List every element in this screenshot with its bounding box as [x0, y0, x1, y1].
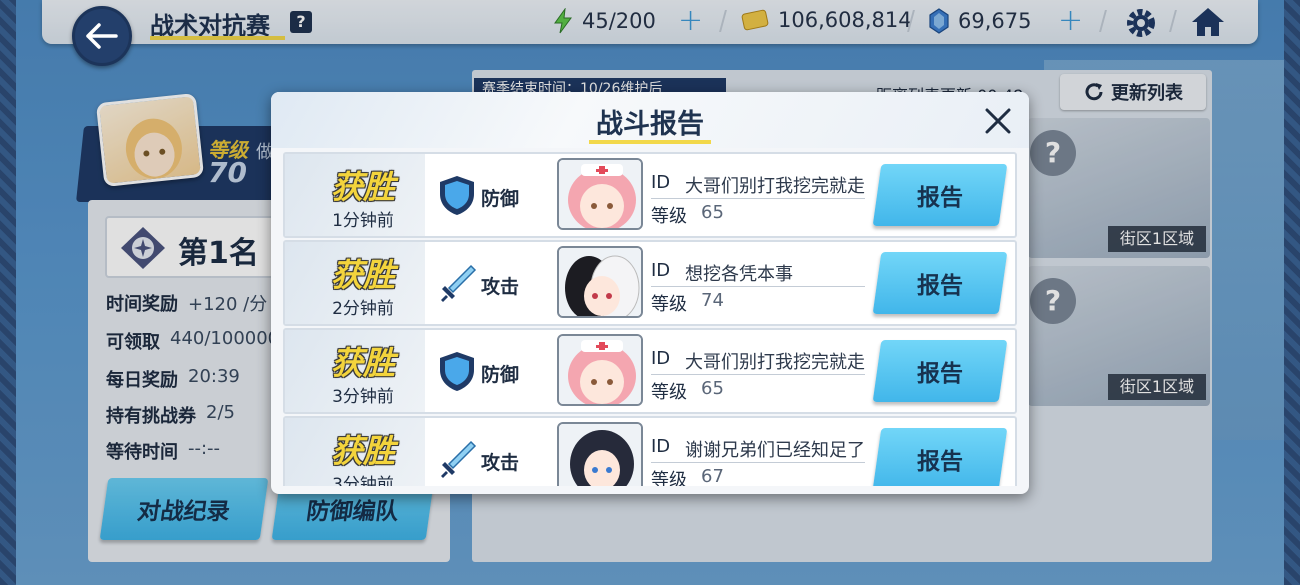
opponent-portrait [557, 158, 643, 230]
player-id: 想挖各凭本事 [685, 264, 793, 285]
result-text: 获胜 [330, 432, 395, 470]
report-button[interactable]: 报告 [872, 252, 1008, 314]
mode-text: 防御 [481, 188, 520, 210]
sword-icon [441, 264, 477, 302]
level-label: 等级 [651, 382, 687, 403]
player-level: 67 [701, 466, 724, 486]
level-label: 等级 [651, 470, 687, 486]
report-label: 报告 [917, 361, 963, 387]
player-id: 大哥们别打我挖完就走 [685, 352, 865, 373]
report-list[interactable]: 获胜 1分钟前 防御 ID 大哥们别打我挖完就走 等级 65 报告 获胜 2分钟… [283, 152, 1017, 486]
divider [651, 286, 865, 287]
shield-icon [440, 176, 474, 215]
result-text: 获胜 [330, 344, 395, 382]
time-ago: 2分钟前 [332, 299, 394, 319]
report-label: 报告 [917, 449, 963, 475]
opponent-portrait [557, 334, 643, 406]
divider [651, 374, 865, 375]
divider [651, 198, 865, 199]
dark-hair-character-icon [559, 424, 641, 486]
modal-title-underline [589, 140, 711, 144]
battle-report-modal: 战斗报告 获胜 1分钟前 防御 ID 大哥们别打我挖完就走 等级 65 报告 获… [271, 92, 1029, 494]
time-ago: 3分钟前 [332, 475, 394, 486]
black-white-hair-character-icon [559, 248, 641, 316]
shield-icon [440, 352, 474, 391]
report-button[interactable]: 报告 [872, 428, 1008, 486]
report-button[interactable]: 报告 [872, 164, 1008, 226]
player-level: 65 [701, 378, 724, 399]
report-row: 获胜 2分钟前 攻击 ID 想挖各凭本事 等级 74 报告 [283, 240, 1017, 326]
time-ago: 1分钟前 [332, 211, 394, 231]
report-label: 报告 [917, 273, 963, 299]
player-id: 大哥们别打我挖完就走 [685, 176, 865, 197]
id-label: ID [651, 172, 671, 193]
report-row: 获胜 3分钟前 攻击 ID 谢谢兄弟们已经知足了 等级 67 报告 [283, 416, 1017, 486]
report-row: 获胜 3分钟前 防御 ID 大哥们别打我挖完就走 等级 65 报告 [283, 328, 1017, 414]
level-label: 等级 [651, 206, 687, 227]
id-label: ID [651, 260, 671, 281]
pink-hair-character-icon [559, 336, 641, 404]
report-button[interactable]: 报告 [872, 340, 1008, 402]
opponent-portrait [557, 246, 643, 318]
close-icon [985, 108, 1011, 134]
player-level: 65 [701, 202, 724, 223]
mode-text: 防御 [481, 364, 520, 386]
report-row: 获胜 1分钟前 防御 ID 大哥们别打我挖完就走 等级 65 报告 [283, 152, 1017, 238]
pink-hair-character-icon [559, 160, 641, 228]
player-id: 谢谢兄弟们已经知足了 [685, 440, 865, 461]
close-button[interactable] [981, 104, 1015, 138]
back-arrow-icon [86, 23, 118, 49]
time-ago: 3分钟前 [332, 387, 394, 407]
sword-icon [441, 440, 477, 478]
divider [651, 462, 865, 463]
level-label: 等级 [651, 294, 687, 315]
report-label: 报告 [917, 185, 963, 211]
id-label: ID [651, 348, 671, 369]
modal-title: 战斗报告 [596, 109, 704, 140]
result-text: 获胜 [330, 256, 395, 294]
back-button[interactable] [72, 6, 132, 66]
opponent-portrait [557, 422, 643, 486]
player-level: 74 [701, 290, 724, 311]
mode-text: 攻击 [481, 276, 520, 298]
mode-text: 攻击 [481, 452, 520, 474]
result-text: 获胜 [330, 168, 395, 206]
id-label: ID [651, 436, 671, 457]
